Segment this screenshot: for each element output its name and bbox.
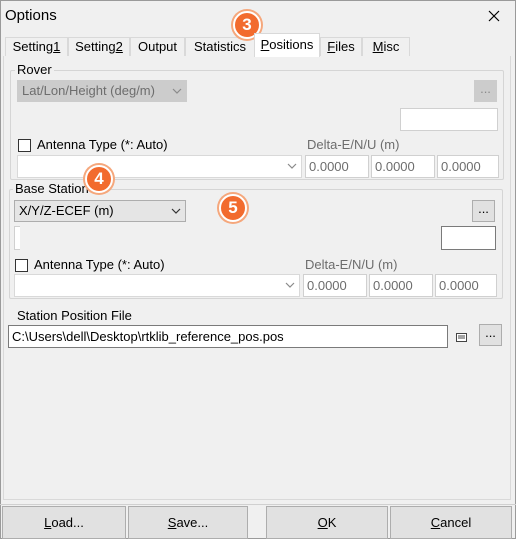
tab-misc[interactable]: Misc: [362, 37, 410, 57]
rover-position-field[interactable]: [400, 108, 498, 131]
cancel-button[interactable]: Cancel: [390, 506, 512, 539]
tab-output[interactable]: Output: [130, 37, 185, 57]
base-delta-label: Delta-E/N/U (m): [305, 257, 398, 272]
rover-antenna-checkbox[interactable]: [18, 139, 31, 152]
base-antenna-label: Antenna Type (*: Auto): [34, 257, 165, 272]
tab-statistics[interactable]: Statistics: [185, 37, 255, 57]
base-position-field[interactable]: [441, 226, 496, 250]
save-button[interactable]: Save...: [128, 506, 248, 539]
rover-label: Rover: [15, 62, 54, 77]
base-delta-n[interactable]: 0.0000: [369, 274, 433, 297]
bottom-separator: [0, 504, 516, 505]
chevron-down-icon: [171, 201, 181, 221]
base-format-select[interactable]: X/Y/Z-ECEF (m): [14, 200, 186, 222]
base-delta-e[interactable]: 0.0000: [303, 274, 367, 297]
tab-setting2[interactable]: Setting2: [68, 37, 130, 57]
base-station-label: Base Station: [13, 181, 91, 196]
base-position-field-left[interactable]: [14, 226, 20, 250]
chevron-down-icon: [287, 156, 297, 176]
ok-button[interactable]: OK: [266, 506, 388, 539]
window-title: Options: [5, 7, 57, 24]
step-badge-4: 4: [85, 165, 113, 193]
close-button[interactable]: [478, 2, 510, 30]
tab-files[interactable]: Files: [320, 37, 362, 57]
base-delta-u[interactable]: 0.0000: [435, 274, 497, 297]
rover-format-select[interactable]: Lat/Lon/Height (deg/m): [17, 80, 187, 102]
tab-positions[interactable]: Positions: [254, 33, 320, 57]
load-button[interactable]: Load...: [2, 506, 126, 539]
rover-antenna-label: Antenna Type (*: Auto): [37, 137, 168, 152]
rover-antenna-select[interactable]: [17, 155, 302, 178]
base-browse-button[interactable]: ...: [472, 200, 495, 222]
station-file-path[interactable]: C:\Users\dell\Desktop\rtklib_reference_p…: [8, 325, 448, 348]
base-antenna-select[interactable]: [14, 274, 300, 297]
station-file-label: Station Position File: [17, 308, 132, 323]
close-icon: [488, 10, 500, 22]
rover-delta-n[interactable]: 0.0000: [371, 155, 435, 178]
station-file-browse-button[interactable]: ...: [479, 324, 502, 346]
rover-browse-button[interactable]: ...: [474, 80, 497, 102]
view-file-icon[interactable]: [456, 331, 467, 346]
base-antenna-checkbox[interactable]: [15, 259, 28, 272]
chevron-down-icon: [172, 81, 182, 101]
tab-setting1[interactable]: Setting1: [5, 37, 68, 57]
chevron-down-icon: [285, 275, 295, 295]
rover-delta-label: Delta-E/N/U (m): [307, 137, 400, 152]
step-badge-5: 5: [219, 194, 247, 222]
rover-delta-e[interactable]: 0.0000: [305, 155, 369, 178]
rover-delta-u[interactable]: 0.0000: [437, 155, 499, 178]
